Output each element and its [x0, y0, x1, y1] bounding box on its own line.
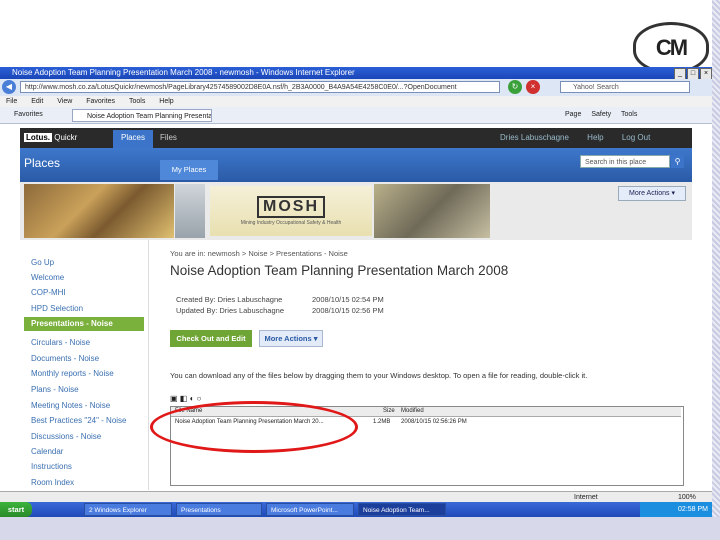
banner-photo-group [374, 184, 490, 238]
menu-edit[interactable]: Edit [31, 98, 43, 105]
updated-date: 2008/10/15 02:56 PM [312, 306, 384, 315]
menu-favorites[interactable]: Favorites [86, 98, 115, 105]
maximize-icon[interactable]: □ [687, 68, 699, 79]
tools-menu[interactable]: Tools [621, 111, 637, 118]
nav-item[interactable]: HPD Selection [31, 304, 83, 314]
minimize-icon[interactable]: _ [674, 68, 686, 79]
slide-bottom-band [0, 517, 720, 540]
my-places-tab[interactable]: My Places [160, 160, 218, 180]
banner-photo-miner [24, 184, 174, 238]
header-links: Dries Labuschagne Help Log Out [500, 132, 666, 144]
command-bar: Page Safety Tools [565, 107, 645, 123]
nav-item[interactable]: Instructions [31, 462, 72, 472]
nav-item[interactable]: Plans - Noise [31, 385, 79, 395]
slide-stripe [712, 0, 720, 540]
created-by: Created By: Dries Labuschagne 2008/10/15 … [176, 295, 384, 304]
nav-item[interactable]: COP-MHI [31, 288, 66, 298]
mosh-logo: MOSH Mining Industry Occupational Safety… [210, 186, 372, 236]
back-icon[interactable]: ◀ [2, 80, 16, 94]
close-icon[interactable]: × [700, 68, 712, 79]
taskbar-item[interactable]: Microsoft PowerPoint... [266, 503, 354, 516]
favorites-button[interactable]: Favorites [14, 111, 43, 118]
taskbar-item-active[interactable]: Noise Adoption Team... [358, 503, 446, 516]
nav-item[interactable]: Monthly reports - Noise [31, 369, 114, 379]
lotus-quickr-logo: Lotus. Quickr [24, 133, 78, 142]
file-size: 1.2MB [373, 419, 391, 425]
banner-photo-helmet [175, 184, 205, 238]
download-instructions: You can download any of the files below … [170, 371, 588, 380]
start-button[interactable]: start [0, 502, 32, 517]
check-out-edit-button[interactable]: Check Out and Edit [170, 330, 252, 347]
col-size[interactable]: Size [383, 407, 395, 416]
col-modified[interactable]: Modified [401, 407, 424, 416]
logout-link[interactable]: Log Out [622, 133, 650, 142]
window-titlebar: Noise Adoption Team Planning Presentatio… [0, 67, 712, 79]
nav-item[interactable]: Welcome [31, 273, 64, 283]
menu-view[interactable]: View [57, 98, 72, 105]
nav-item[interactable]: Room Index [31, 478, 74, 488]
taskbar-item[interactable]: Presentations [176, 503, 262, 516]
menu-help[interactable]: Help [159, 98, 173, 105]
nav-item[interactable]: Best Practices "24" - Noise [31, 416, 127, 426]
places-title: Places [24, 156, 61, 170]
nav-item[interactable]: Go Up [31, 258, 54, 268]
page-title: Noise Adoption Team Planning Presentatio… [170, 263, 509, 278]
nav-item[interactable]: Discussions - Noise [31, 432, 101, 442]
page-menu[interactable]: Page [565, 111, 581, 118]
file-date: 2008/10/15 02:56:26 PM [401, 419, 467, 425]
user-link[interactable]: Dries Labuschagne [500, 133, 569, 142]
tab-files[interactable]: Files [160, 132, 177, 144]
breadcrumb: You are in: newmosh > Noise > Presentati… [170, 249, 348, 258]
help-link[interactable]: Help [587, 133, 603, 142]
nav-item[interactable]: Calendar [31, 447, 63, 457]
address-input[interactable]: http://www.mosh.co.za/LotusQuickr/newmos… [20, 81, 500, 93]
window-title: Noise Adoption Team Planning Presentatio… [12, 68, 355, 77]
menu-file[interactable]: File [6, 98, 17, 105]
safety-menu[interactable]: Safety [591, 111, 611, 118]
highlight-circle [150, 401, 358, 453]
menu-tools[interactable]: Tools [129, 98, 145, 105]
file-icon[interactable]: ▣ [170, 394, 178, 403]
search-icon[interactable]: ⚲ [671, 155, 684, 168]
menu-bar: File Edit View Favorites Tools Help [0, 96, 712, 107]
taskbar-item[interactable]: 2 Windows Explorer [84, 503, 172, 516]
view-toggle-icon[interactable]: ◧ ◐ ○ [180, 394, 202, 403]
nav-item[interactable]: Documents - Noise [31, 354, 99, 364]
nav-item[interactable]: Meeting Notes - Noise [31, 401, 110, 411]
browser-tab[interactable]: Noise Adoption Team Planning Presentatio… [72, 109, 212, 122]
more-actions-top-button[interactable]: More Actions ▾ [618, 186, 686, 201]
stop-icon[interactable]: × [526, 80, 540, 94]
system-tray-clock: 02:58 PM [640, 502, 712, 517]
nav-item[interactable]: Circulars - Noise [31, 338, 90, 348]
tab-places[interactable]: Places [113, 130, 153, 148]
refresh-icon[interactable]: ↻ [508, 80, 522, 94]
browser-search-input[interactable]: Yahoo! Search [560, 81, 690, 93]
more-actions-button[interactable]: More Actions ▾ [259, 330, 323, 347]
updated-by: Updated By: Dries Labuschagne 2008/10/15 … [176, 306, 384, 315]
nav-item-active[interactable]: Presentations - Noise [24, 317, 144, 331]
place-search-input[interactable]: Search in this place [580, 155, 670, 168]
created-date: 2008/10/15 02:54 PM [312, 295, 384, 304]
